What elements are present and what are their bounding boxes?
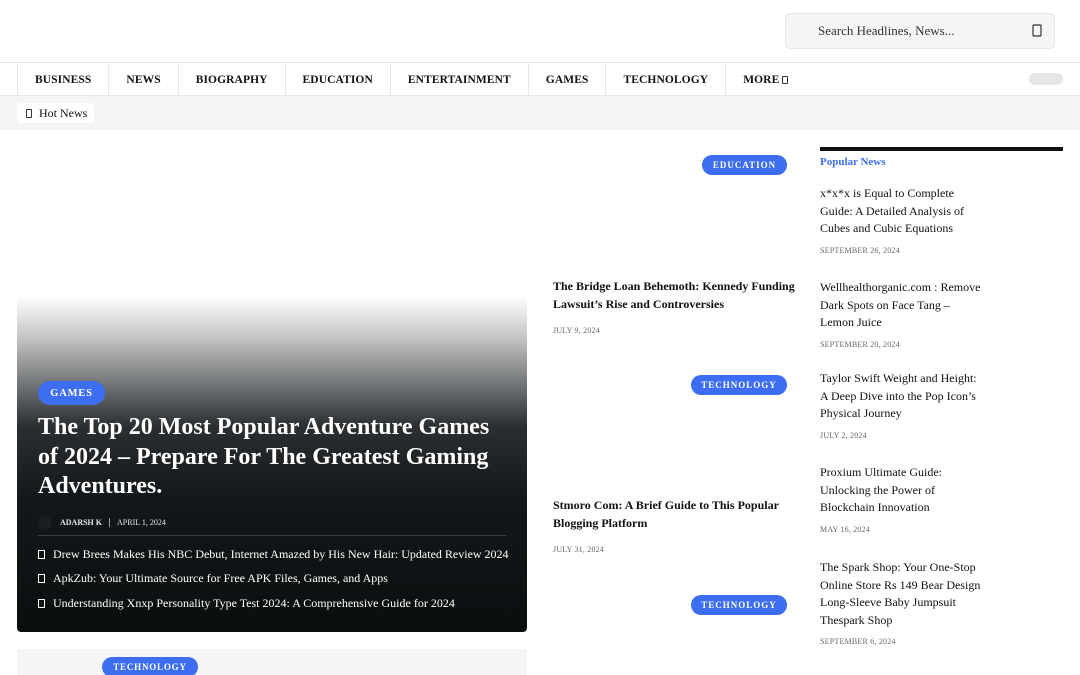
- post-date: MAY 16, 2024: [820, 525, 871, 534]
- nav-more-label: MORE: [743, 73, 780, 86]
- related-list: Drew Brees Makes His NBC Debut, Internet…: [38, 542, 518, 616]
- popular-item-title[interactable]: Wellhealthorganic.com : Remove Dark Spot…: [820, 279, 985, 332]
- category-badge[interactable]: TECHNOLOGY: [691, 375, 787, 395]
- featured-title[interactable]: The Top 20 Most Popular Adventure Games …: [38, 413, 508, 502]
- popular-item-title[interactable]: The Spark Shop: Your One-Stop Online Sto…: [820, 559, 985, 629]
- hot-news-label: Hot News: [39, 105, 88, 120]
- nav-item-biography[interactable]: BIOGRAPHY: [179, 63, 286, 96]
- post-date: APRIL 1, 2024: [117, 518, 166, 527]
- related-item-title[interactable]: Understanding Xnxp Personality Type Test…: [53, 596, 455, 611]
- site-header: [0, 0, 1080, 62]
- post-date: SEPTEMBER 26, 2024: [820, 246, 900, 255]
- popular-item-title[interactable]: Taylor Swift Weight and Height: A Deep D…: [820, 370, 985, 423]
- author-avatar[interactable]: [38, 515, 52, 530]
- category-badge[interactable]: TECHNOLOGY: [102, 657, 198, 675]
- post-date: SEPTEMBER 6, 2024: [820, 637, 896, 646]
- document-icon: [38, 574, 45, 584]
- post-date: JULY 2, 2024: [820, 431, 867, 440]
- nav-item-education[interactable]: EDUCATION: [286, 63, 391, 96]
- related-item[interactable]: Drew Brees Makes His NBC Debut, Internet…: [38, 542, 518, 567]
- related-item[interactable]: ApkZub: Your Ultimate Source for Free AP…: [38, 567, 518, 592]
- post-date: SEPTEMBER 20, 2024: [820, 340, 900, 349]
- post-date: JULY 31, 2024: [553, 545, 605, 554]
- category-badge[interactable]: EDUCATION: [702, 155, 787, 175]
- bolt-icon: [26, 108, 32, 118]
- nav-item-news[interactable]: NEWS: [109, 63, 179, 96]
- nav-item-technology[interactable]: TECHNOLOGY: [606, 63, 727, 96]
- chevron-down-icon: [782, 75, 789, 84]
- article-card[interactable]: TECHNOLOGY: [17, 649, 527, 675]
- hot-news-chip: Hot News: [17, 103, 95, 123]
- search-box: [785, 13, 1055, 49]
- article-title[interactable]: The Bridge Loan Behemoth: Kennedy Fundin…: [553, 278, 798, 313]
- document-icon: [38, 549, 45, 559]
- related-item-title[interactable]: Drew Brees Makes His NBC Debut, Internet…: [53, 547, 509, 562]
- nav-item-entertainment[interactable]: ENTERTAINMENT: [391, 63, 529, 96]
- sidebar-heading: Popular News: [820, 156, 886, 168]
- nav-list: BUSINESS NEWS BIOGRAPHY EDUCATION ENTERT…: [17, 63, 805, 96]
- category-badge[interactable]: TECHNOLOGY: [691, 595, 787, 615]
- nav-item-games[interactable]: GAMES: [529, 63, 607, 96]
- article-title[interactable]: Stmoro Com: A Brief Guide to This Popula…: [553, 497, 798, 532]
- featured-article[interactable]: GAMES The Top 20 Most Popular Adventure …: [17, 296, 527, 632]
- author-name[interactable]: ADARSH K: [60, 518, 102, 527]
- nav-item-business[interactable]: BUSINESS: [18, 63, 110, 96]
- dark-mode-toggle[interactable]: [1029, 73, 1063, 85]
- related-item[interactable]: Understanding Xnxp Personality Type Test…: [38, 591, 518, 616]
- search-input[interactable]: [786, 14, 1016, 48]
- search-icon[interactable]: [1028, 22, 1046, 40]
- hot-news-bar: Hot News: [0, 96, 1080, 130]
- featured-meta: ADARSH K APRIL 1, 2024: [38, 510, 506, 536]
- nav-item-more[interactable]: MORE: [726, 63, 805, 96]
- main-nav: BUSINESS NEWS BIOGRAPHY EDUCATION ENTERT…: [0, 62, 1080, 96]
- document-icon: [38, 598, 45, 608]
- related-item-title[interactable]: ApkZub: Your Ultimate Source for Free AP…: [53, 571, 388, 586]
- popular-item-title[interactable]: Proxium Ultimate Guide: Unlocking the Po…: [820, 464, 985, 517]
- category-badge[interactable]: GAMES: [38, 381, 105, 405]
- popular-item-title[interactable]: x*x*x is Equal to Complete Guide: A Deta…: [820, 185, 985, 238]
- post-date: JULY 9, 2024: [553, 326, 600, 335]
- meta-separator: [109, 518, 111, 527]
- sidebar-divider: [820, 147, 1063, 151]
